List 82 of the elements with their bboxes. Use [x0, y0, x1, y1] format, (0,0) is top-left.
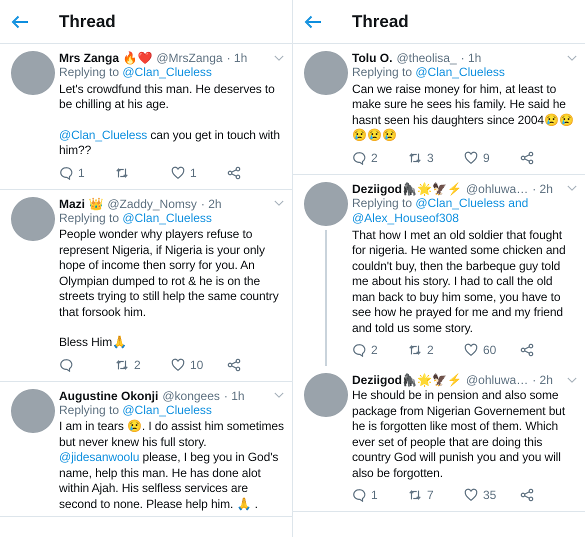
reply-count: 2 — [371, 150, 378, 164]
tweet-text: Can we raise money for him, at least to make sure he sees his family. He said he hasnt seen his daughters since 2004😢😢😢😢😢 — [352, 82, 575, 144]
avatar[interactable] — [304, 373, 348, 417]
reply-icon[interactable] — [352, 150, 366, 164]
like-count: 35 — [483, 488, 496, 502]
like-count: 60 — [483, 343, 496, 357]
retweet-icon[interactable] — [115, 358, 129, 372]
mention-link[interactable]: @Clan_Clueless and — [415, 196, 528, 211]
user-handle: @ohluwa… — [466, 373, 528, 387]
user-name[interactable]: Augustine Okonji — [59, 388, 158, 402]
mention-link[interactable]: @Clan_Clueless — [59, 128, 148, 142]
replying-to-text: Replying to @Clan_Clueless — [59, 210, 213, 226]
user-handle: @MrsZanga — [156, 51, 223, 65]
like-count: 9 — [483, 150, 490, 164]
page-title: Thread — [352, 12, 409, 32]
share-icon[interactable] — [520, 343, 534, 357]
replying-to-text: Replying to @Clan_Clueless — [352, 65, 506, 80]
user-name[interactable]: Deziigod🦍🌟🦅⚡ — [352, 182, 462, 196]
tweet-text: That how I met an old soldier that fought for nigeria. He wanted some chicken and couldn't buy, then the barbeque guy told me about his story. I had to call the old man back to buy him some, you have to see how he prayed for me and my friend and told us some story. — [352, 228, 567, 336]
user-handle: @Zaddy_Nomsy — [107, 196, 197, 210]
mention-link[interactable]: @Clan_Clueless — [122, 65, 212, 80]
replying-to-text: Replying to @Clan_Clueless and @Alex_Houseof308 — [352, 196, 530, 226]
retweet-count: 3 — [427, 150, 434, 164]
tweet-text: Bless Him🙏 — [59, 335, 128, 350]
retweet-icon[interactable] — [408, 343, 422, 357]
retweet-count: 2 — [134, 358, 141, 372]
like-count: 1 — [190, 166, 197, 180]
timestamp: · 2h — [200, 196, 222, 210]
heart-icon[interactable] — [464, 150, 478, 164]
user-name[interactable]: Deziigod🦍🌟🦅⚡ — [352, 373, 462, 387]
user-name[interactable]: Mazi 👑 — [59, 196, 104, 210]
avatar[interactable] — [11, 196, 55, 240]
avatar[interactable] — [304, 182, 348, 226]
timestamp: · 2h — [532, 182, 553, 196]
tweet-text: Let's crowdfund this man. He deserves to be chilling at his age. — [59, 82, 276, 112]
tweet-text: He should be in pension and also some package from Nigerian Governement but he is forgotten like most of them. Which ever set of people that are doing this country God will punish you and you will also be forgotten. — [352, 388, 566, 481]
share-icon[interactable] — [227, 358, 241, 372]
heart-icon[interactable] — [171, 166, 185, 180]
back-arrow-icon[interactable] — [304, 14, 322, 28]
timestamp: · 1h — [224, 388, 245, 402]
retweet-icon[interactable] — [115, 166, 129, 180]
avatar[interactable] — [304, 51, 348, 95]
user-name[interactable]: Tolu O. — [352, 51, 392, 65]
user-handle: @theolisa_ — [396, 51, 457, 65]
replying-to-text: Replying to @Clan_Clueless — [59, 402, 213, 418]
share-icon[interactable] — [520, 150, 534, 164]
mention-link[interactable]: @Clan_Clueless — [415, 65, 505, 80]
mention-link[interactable]: @Alex_Houseof308 — [352, 211, 459, 226]
user-name[interactable]: Mrs Zanga 🔥❤ — [59, 51, 152, 65]
user-handle: @ohluwa… — [466, 182, 528, 196]
tweet-text: @Clan_Clueless can you get in touch with him?? — [59, 128, 281, 158]
timestamp: · 1h — [226, 51, 248, 65]
reply-icon[interactable] — [352, 343, 366, 357]
tweet-text: People wonder why players refuse to represent Nigeria, if Nigeria is your only hope of income then sorry for you. An Olympian dumped to rot & he is on the streets trying to still help the same country that forsook him. — [59, 227, 280, 320]
timestamp: · 2h — [532, 373, 553, 387]
user-handle: @kongees — [162, 388, 220, 402]
share-icon[interactable] — [227, 166, 241, 180]
retweet-count: 7 — [427, 488, 434, 502]
mention-link[interactable]: @Clan_Clueless — [122, 402, 212, 418]
back-arrow-icon[interactable] — [11, 14, 29, 28]
retweet-count: 2 — [427, 343, 434, 357]
mention-link[interactable]: @jidesanwoolu — [59, 450, 140, 464]
reply-icon[interactable] — [59, 358, 73, 372]
avatar[interactable] — [11, 388, 55, 432]
like-count: 10 — [190, 358, 204, 372]
retweet-icon[interactable] — [408, 488, 422, 502]
retweet-icon[interactable] — [408, 150, 422, 164]
heart-icon[interactable] — [464, 343, 478, 357]
reply-count: 1 — [78, 166, 85, 180]
avatar[interactable] — [11, 51, 55, 95]
reply-icon[interactable] — [352, 488, 366, 502]
reply-icon[interactable] — [59, 166, 73, 180]
mention-link[interactable]: @Clan_Clueless — [122, 210, 212, 226]
page-title: Thread — [59, 12, 116, 32]
heart-icon[interactable] — [464, 488, 478, 502]
reply-count: 2 — [371, 343, 378, 357]
replying-to-text: Replying to @Clan_Clueless — [59, 65, 213, 80]
timestamp: · 1h — [460, 51, 482, 65]
heart-icon[interactable] — [171, 358, 185, 372]
reply-count: 1 — [371, 488, 378, 502]
tweet-text: I am in tears 😢. I do assist him sometimes but never knew his full story. @jidesanwoolu please, I beg you in God's name, help this man. He has done alot within Ajah. His selfless services are second to none. Please help him. 🙏 . — [59, 419, 284, 512]
share-icon[interactable] — [520, 488, 534, 502]
